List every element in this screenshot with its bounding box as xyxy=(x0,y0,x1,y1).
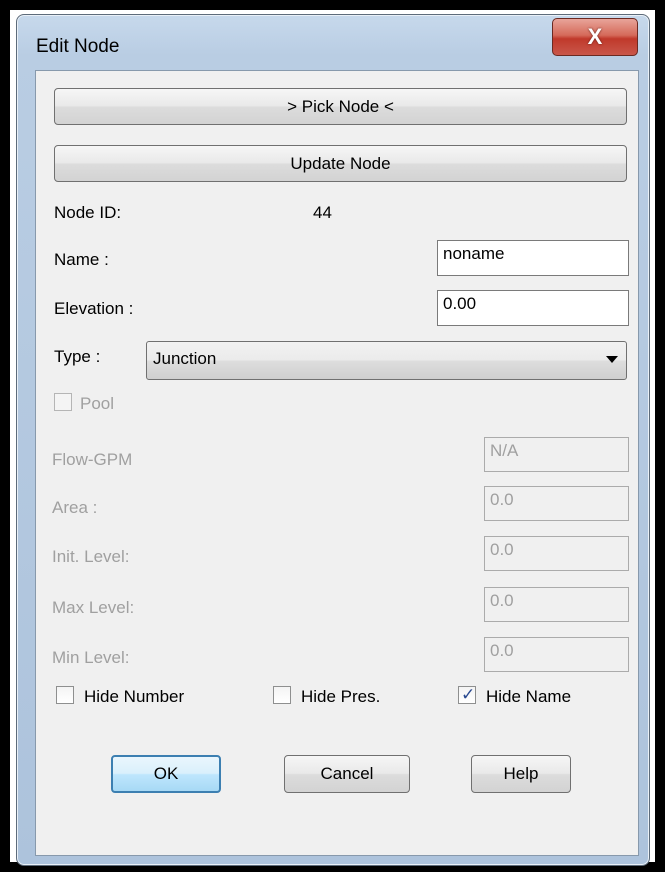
pick-node-button[interactable]: > Pick Node < xyxy=(54,88,627,125)
hide-name-label: Hide Name xyxy=(486,687,572,706)
type-label: Type : xyxy=(54,347,101,366)
update-node-button[interactable]: Update Node xyxy=(54,145,627,182)
hide-pres-checkbox[interactable] xyxy=(273,686,291,704)
area-field[interactable]: 0.0 xyxy=(484,486,629,521)
help-button[interactable]: Help xyxy=(471,755,571,793)
checkmark-icon: ✓ xyxy=(461,685,476,704)
min-level-field[interactable]: 0.0 xyxy=(484,637,629,672)
flow-gpm-field[interactable]: N/A xyxy=(484,437,629,472)
pool-checkbox[interactable] xyxy=(54,393,72,411)
pool-label: Pool xyxy=(80,394,115,413)
window-title: Edit Node xyxy=(36,36,120,57)
name-label: Name : xyxy=(54,250,109,269)
init-level-field[interactable]: 0.0 xyxy=(484,536,629,571)
close-icon: X xyxy=(587,24,603,49)
hide-number-label: Hide Number xyxy=(84,687,185,706)
screenshot-frame-top xyxy=(0,0,665,10)
close-button[interactable]: X xyxy=(552,18,638,56)
name-field[interactable]: noname xyxy=(437,240,629,276)
area-label: Area : xyxy=(52,498,98,517)
node-id-value: 44 xyxy=(313,203,332,222)
ok-button[interactable]: OK xyxy=(111,755,221,793)
type-select-value: Junction xyxy=(153,349,217,368)
max-level-label: Max Level: xyxy=(52,598,135,617)
chevron-down-icon xyxy=(606,356,618,363)
node-id-label: Node ID: xyxy=(54,203,122,222)
init-level-label: Init. Level: xyxy=(52,547,130,566)
hide-pres-label: Hide Pres. xyxy=(301,687,381,706)
min-level-label: Min Level: xyxy=(52,648,130,667)
elevation-label: Elevation : xyxy=(54,299,134,318)
hide-name-checkbox[interactable]: ✓ xyxy=(458,685,476,704)
max-level-field[interactable]: 0.0 xyxy=(484,587,629,622)
elevation-field[interactable]: 0.00 xyxy=(437,290,629,326)
cancel-button[interactable]: Cancel xyxy=(284,755,410,793)
type-select[interactable]: Junction xyxy=(146,341,627,380)
flow-gpm-label: Flow-GPM xyxy=(52,450,133,469)
hide-number-checkbox[interactable] xyxy=(56,686,74,704)
